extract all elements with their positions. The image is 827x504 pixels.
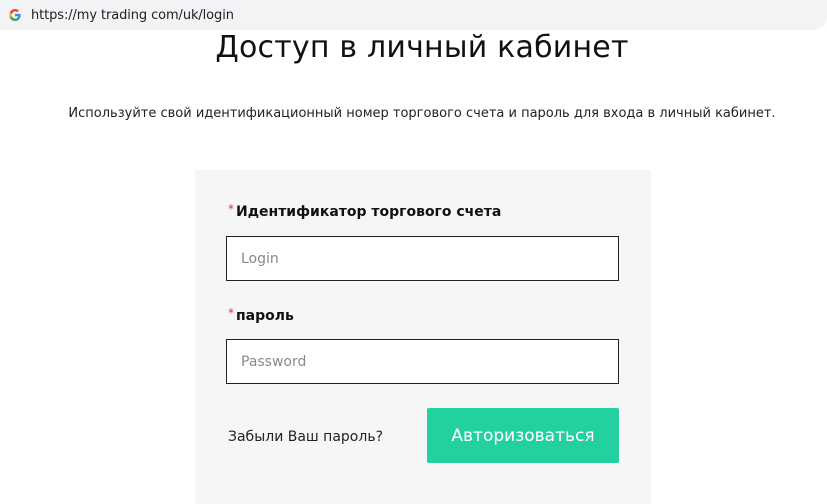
forgot-password-link[interactable]: Забыли Ваш пароль?	[228, 429, 383, 445]
password-input[interactable]	[226, 339, 619, 384]
password-label-text: пароль	[236, 308, 294, 324]
account-id-label: * Идентификатор торгового счета	[228, 202, 502, 220]
google-g-icon	[8, 8, 22, 22]
login-form: *Идентификатор торгового счета *пароль З…	[195, 170, 651, 504]
address-bar[interactable]: https://my trading com/uk/login	[0, 0, 827, 30]
page-subtitle: Используйте свой идентификационный номер…	[68, 106, 776, 121]
required-asterisk: *	[228, 306, 234, 320]
password-label: * пароль	[228, 306, 294, 324]
account-id-input[interactable]	[226, 236, 619, 281]
account-id-label-text: Идентификатор торгового счета	[236, 204, 502, 220]
page-title: Доступ в личный кабинет	[215, 30, 629, 65]
login-button[interactable]: Авторизоваться	[427, 408, 619, 463]
required-asterisk: *	[228, 202, 234, 216]
url-text[interactable]: https://my trading com/uk/login	[31, 8, 234, 23]
